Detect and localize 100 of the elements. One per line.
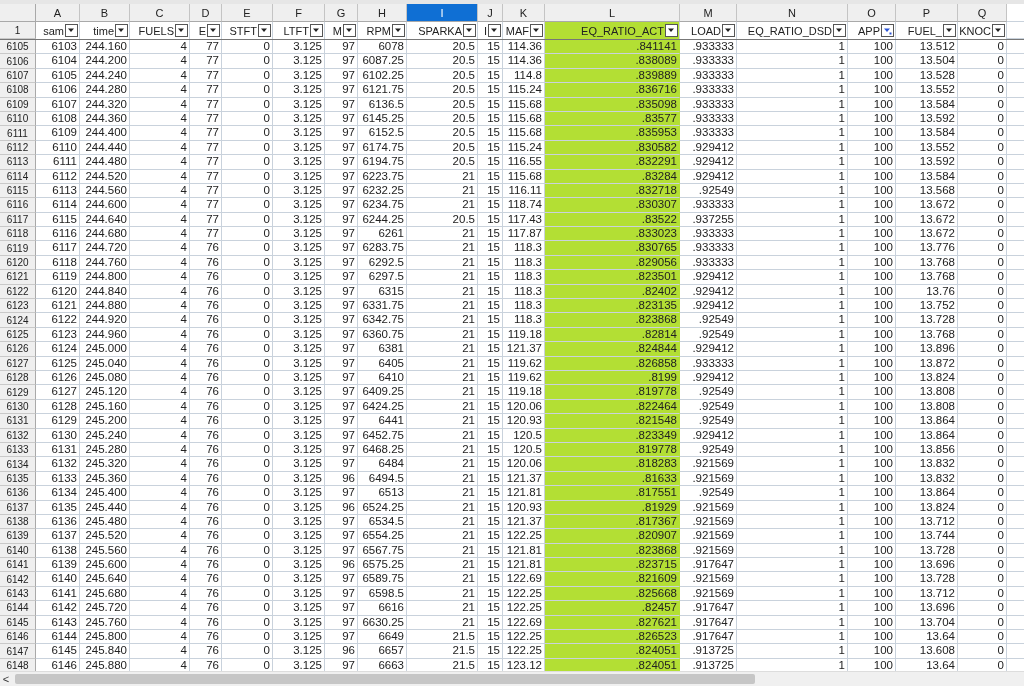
table-cell: 245.640	[80, 572, 130, 587]
table-cell: 15	[478, 601, 503, 616]
scroll-left-button[interactable]: <	[0, 672, 12, 686]
column-header[interactable]: M	[680, 4, 737, 22]
table-cell: 15	[478, 572, 503, 587]
table-cell: 244.200	[80, 54, 130, 69]
column-label: FUELS	[138, 24, 174, 37]
table-cell: 100	[848, 40, 896, 55]
table-cell: 0	[958, 572, 1007, 587]
table-cell: .913725	[680, 644, 737, 659]
table-cell: .933333	[680, 241, 737, 256]
table-cell: 0	[958, 529, 1007, 544]
column-header[interactable]: Q	[958, 4, 1007, 22]
column-header[interactable]: C	[130, 4, 190, 22]
table-cell: 121.37	[503, 342, 545, 357]
table-cell: 0	[958, 126, 1007, 141]
table-cell: 6342.75	[358, 313, 407, 328]
table-cell: 76	[190, 558, 222, 573]
column-header[interactable]: K	[503, 4, 545, 22]
table-cell: 21	[407, 313, 478, 328]
table-cell: .933333	[680, 198, 737, 213]
row-header[interactable]: 6106	[0, 54, 36, 69]
table-cell: 4	[130, 457, 190, 472]
row-header[interactable]: 6121	[0, 270, 36, 285]
table-cell: 120.06	[503, 457, 545, 472]
table-cell: 77	[190, 40, 222, 55]
table-cell: 3.125	[273, 644, 325, 659]
column-header[interactable]: P	[896, 4, 958, 22]
table-cell: 114.36	[503, 40, 545, 55]
table-cell: 115.24	[503, 83, 545, 98]
table-cell: 0	[958, 241, 1007, 256]
column-header[interactable]: A	[36, 4, 80, 22]
column-header[interactable]: F	[273, 4, 325, 22]
row-header[interactable]: 6136	[0, 486, 36, 501]
table-cell: 6142	[36, 601, 80, 616]
table-cell: 15	[478, 644, 503, 659]
row-header[interactable]: 6105	[0, 40, 36, 55]
row-header[interactable]: 6144	[0, 601, 36, 616]
horizontal-scrollbar[interactable]: <	[0, 671, 1024, 686]
table-cell: 3.125	[273, 529, 325, 544]
column-header[interactable]: B	[80, 4, 130, 22]
table-cell: 20.5	[407, 126, 478, 141]
column-label: EQ_RATIO_ACT	[581, 24, 664, 37]
row-header[interactable]: 6139	[0, 529, 36, 544]
column-header[interactable]: N	[737, 4, 848, 22]
row-header[interactable]: 6141	[0, 558, 36, 573]
row-header[interactable]: 6129	[0, 385, 36, 400]
table-cell: 1	[737, 385, 848, 400]
row-header[interactable]: 6116	[0, 198, 36, 213]
table-cell: 100	[848, 601, 896, 616]
row-header[interactable]: 6118	[0, 227, 36, 242]
table-cell: 6103	[36, 40, 80, 55]
scrollbar-thumb[interactable]	[15, 674, 755, 684]
row-header[interactable]: 6108	[0, 83, 36, 98]
table-cell: 6194.75	[358, 155, 407, 170]
row-header[interactable]: 6126	[0, 342, 36, 357]
row-header[interactable]: 6111	[0, 126, 36, 141]
row-header[interactable]: 6131	[0, 414, 36, 429]
column-header[interactable]: O	[848, 4, 896, 22]
column-header[interactable]: E	[222, 4, 273, 22]
row-header[interactable]: 6147	[0, 644, 36, 659]
table-cell: 21	[407, 457, 478, 472]
column-header[interactable]: L	[545, 4, 680, 22]
row-header[interactable]: 6124	[0, 313, 36, 328]
column-header[interactable]: D	[190, 4, 222, 22]
table-cell: 6589.75	[358, 572, 407, 587]
row-header[interactable]: 6146	[0, 630, 36, 645]
table-cell: .836716	[545, 83, 680, 98]
table-cell: 100	[848, 630, 896, 645]
table-cell: 6297.5	[358, 270, 407, 285]
row-header[interactable]: 6119	[0, 241, 36, 256]
table-cell: 13.552	[896, 83, 958, 98]
row-header[interactable]: 6113	[0, 155, 36, 170]
table-cell: 15	[478, 342, 503, 357]
column-label: LTFT	[283, 24, 309, 37]
table-cell: 0	[958, 630, 1007, 645]
column-label: SPARKA	[418, 24, 462, 37]
row-header[interactable]: 1	[0, 22, 36, 39]
column-header[interactable]: G	[325, 4, 358, 22]
row-header[interactable]: 6142	[0, 572, 36, 587]
table-cell: .933333	[680, 126, 737, 141]
table-cell: 13.744	[896, 529, 958, 544]
column-header[interactable]: I	[407, 4, 478, 22]
table-cell: 4	[130, 54, 190, 69]
table-cell: 4	[130, 241, 190, 256]
row-header[interactable]: 6123	[0, 299, 36, 314]
row-header[interactable]: 6134	[0, 457, 36, 472]
table-cell: 1	[737, 630, 848, 645]
table-cell: 3.125	[273, 630, 325, 645]
table-cell: 4	[130, 601, 190, 616]
table-cell: 6234.75	[358, 198, 407, 213]
table-cell: 3.125	[273, 270, 325, 285]
table-cell: 4	[130, 414, 190, 429]
table-cell: 3.125	[273, 558, 325, 573]
table-cell: .821548	[545, 414, 680, 429]
column-header[interactable]: H	[358, 4, 407, 22]
table-cell: 4	[130, 155, 190, 170]
column-header[interactable]: J	[478, 4, 503, 22]
table-cell: .933333	[680, 227, 737, 242]
table-cell: 0	[222, 54, 273, 69]
